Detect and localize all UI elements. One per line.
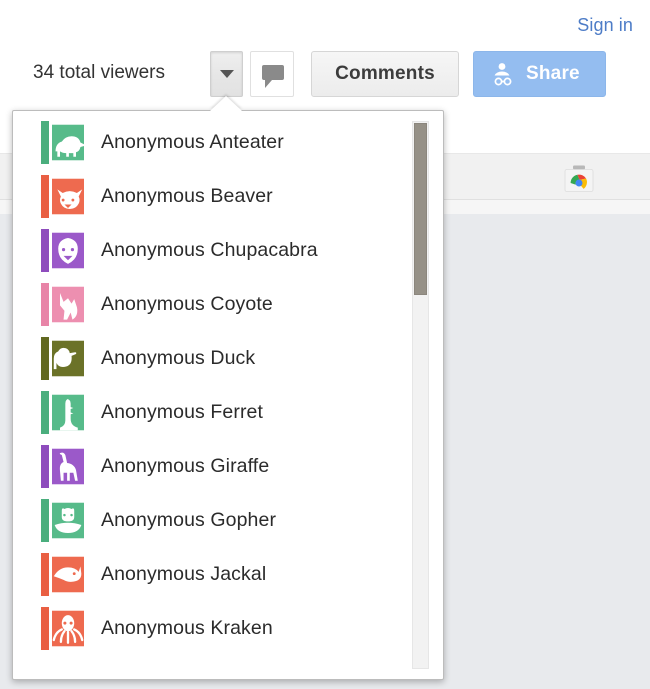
viewer-name-label: Anonymous Beaver	[101, 184, 273, 207]
avatar-stripe	[41, 336, 49, 380]
avatar-stripe	[41, 390, 49, 434]
avatar-tile	[52, 445, 84, 488]
comments-button[interactable]: Comments	[311, 51, 459, 97]
avatar-tile	[52, 121, 84, 164]
comment-bubble-button[interactable]	[250, 51, 294, 97]
viewer-list-item[interactable]: Anonymous Chupacabra	[13, 223, 443, 277]
viewer-name-label: Anonymous Coyote	[101, 292, 273, 315]
coyote-avatar-icon	[41, 282, 84, 326]
viewer-list-item[interactable]: Anonymous Gopher	[13, 493, 443, 547]
avatar-stripe	[41, 498, 49, 542]
viewers-dropdown-popup: Anonymous Anteater Anonymous Beaver Anonym…	[12, 110, 444, 680]
kraken-avatar-icon	[41, 606, 84, 650]
viewers-list: Anonymous Anteater Anonymous Beaver Anonym…	[13, 115, 443, 675]
viewer-name-label: Anonymous Ferret	[101, 400, 263, 423]
share-button-label: Share	[526, 63, 580, 84]
viewer-list-item[interactable]: Anonymous Anteater	[13, 115, 443, 169]
viewer-name-label: Anonymous Jackal	[101, 562, 267, 585]
avatar-stripe	[41, 606, 49, 650]
popup-scrollbar-thumb[interactable]	[414, 123, 427, 295]
jackal-avatar-icon	[41, 552, 84, 596]
avatar-tile	[52, 229, 84, 272]
avatar-stripe	[41, 444, 49, 488]
popup-scrollbar-track[interactable]	[412, 121, 429, 669]
chevron-down-icon	[219, 70, 234, 78]
avatar-tile	[52, 175, 84, 218]
viewer-list-item[interactable]: Anonymous Jackal	[13, 547, 443, 601]
avatar-stripe	[41, 552, 49, 596]
avatar-tile	[52, 553, 84, 596]
comment-bubble-icon	[262, 65, 284, 88]
avatar-tile	[52, 283, 84, 326]
total-viewers-label: 34 total viewers	[33, 62, 166, 83]
giraffe-avatar-icon	[41, 444, 84, 488]
avatar-stripe	[41, 282, 49, 326]
avatar-stripe	[41, 120, 49, 164]
gopher-avatar-icon	[41, 498, 84, 542]
viewer-name-label: Anonymous Kraken	[101, 616, 273, 639]
viewer-list-item[interactable]: Anonymous Beaver	[13, 169, 443, 223]
share-button[interactable]: Share	[473, 51, 606, 97]
beaver-avatar-icon	[41, 174, 84, 218]
viewer-name-label: Anonymous Gopher	[101, 508, 277, 531]
viewer-list-item[interactable]: Anonymous Kraken	[13, 601, 443, 655]
ferret-avatar-icon	[41, 390, 84, 434]
viewer-name-label: Anonymous Duck	[101, 346, 256, 369]
sign-in-link[interactable]: Sign in	[577, 15, 633, 36]
viewer-name-label: Anonymous Giraffe	[101, 454, 270, 477]
person-add-icon	[491, 61, 517, 87]
viewer-list-item[interactable]: Anonymous Duck	[13, 331, 443, 385]
duck-avatar-icon	[41, 336, 84, 380]
chrome-webstore-briefcase-icon[interactable]	[563, 164, 595, 194]
avatar-tile	[52, 499, 84, 542]
viewer-list-item[interactable]: Anonymous Coyote	[13, 277, 443, 331]
chupacabra-avatar-icon	[41, 228, 84, 272]
avatar-tile	[52, 391, 84, 434]
avatar-stripe	[41, 228, 49, 272]
avatar-tile	[52, 607, 84, 650]
viewer-name-label: Anonymous Chupacabra	[101, 238, 318, 261]
avatar-stripe	[41, 174, 49, 218]
avatar-tile	[52, 337, 84, 380]
viewer-name-label: Anonymous Anteater	[101, 130, 284, 153]
viewers-dropdown-toggle[interactable]	[210, 51, 243, 97]
anteater-avatar-icon	[41, 120, 84, 164]
viewer-list-item[interactable]: Anonymous Ferret	[13, 385, 443, 439]
viewer-list-item[interactable]: Anonymous Giraffe	[13, 439, 443, 493]
popup-pointer-arrow	[210, 96, 242, 111]
